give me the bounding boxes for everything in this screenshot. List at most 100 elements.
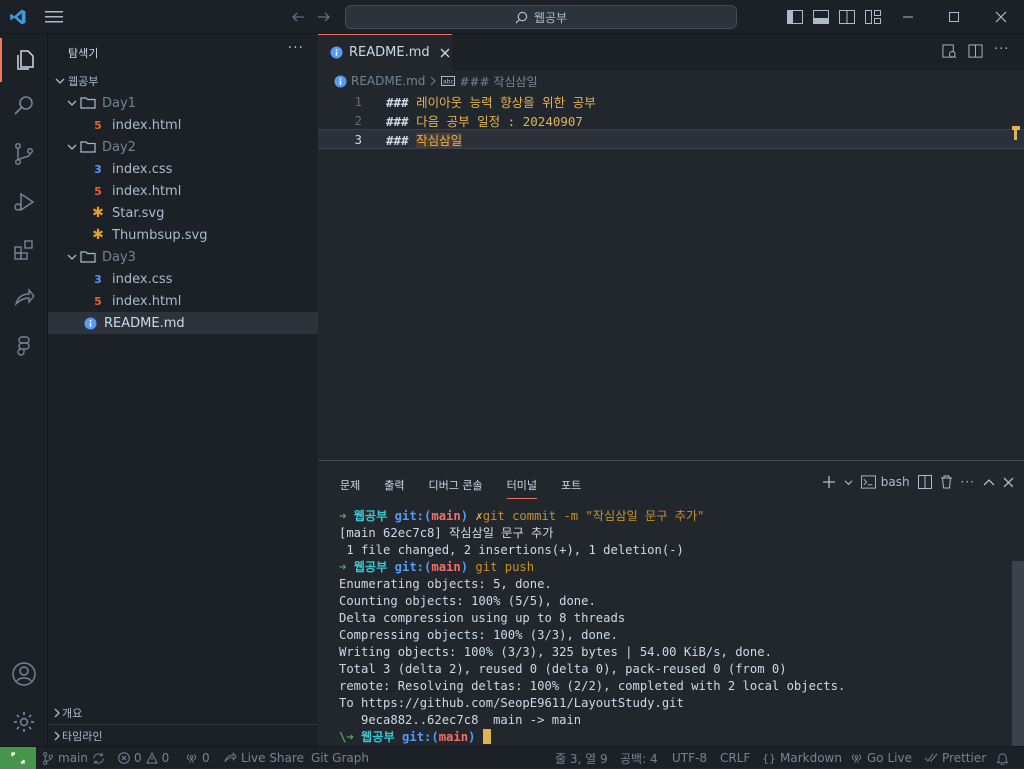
tree-folder-day2[interactable]: Day2 — [48, 136, 318, 158]
source-control-icon[interactable] — [0, 132, 48, 176]
terminal-line: ➜ 웹공부 git:(main) git push — [339, 560, 535, 574]
tree-file-html[interactable]: 5 index.html — [48, 180, 318, 202]
code-line[interactable]: 1 ### 레이아웃 능력 향상을 위한 공부 — [318, 92, 1024, 111]
branch-status[interactable]: main — [42, 747, 105, 769]
forward-arrow-icon[interactable] — [313, 6, 335, 28]
command-center-search[interactable]: 웹공부 — [345, 5, 737, 29]
manage-gear-icon[interactable] — [0, 700, 48, 744]
code-line-current[interactable]: 3 ### 작심삼일 — [318, 129, 1024, 149]
tab-ports[interactable]: 포트 — [561, 477, 581, 499]
maximize-icon[interactable] — [943, 6, 965, 28]
tree-root-folder[interactable]: 웹공부 — [48, 70, 318, 92]
extensions-icon[interactable] — [0, 228, 48, 272]
prompt-prefix: \➜ — [339, 730, 354, 744]
tree-file-readme[interactable]: README.md — [48, 312, 318, 334]
more-actions-icon[interactable]: ··· — [994, 42, 1009, 57]
live-share-status[interactable]: Live Share — [224, 747, 304, 769]
back-arrow-icon[interactable] — [287, 6, 309, 28]
tree-file-svg[interactable]: ✱ Star.svg — [48, 202, 318, 224]
heading-marker: ### — [386, 132, 409, 148]
problems-status[interactable]: 0 0 — [118, 747, 169, 769]
more-actions-icon[interactable]: ··· — [961, 475, 975, 489]
close-panel-icon[interactable] — [1003, 477, 1014, 488]
open-preview-icon[interactable] — [942, 44, 957, 59]
code-line[interactable]: 2 ### 다음 공부 일정 : 20240907 — [318, 111, 1024, 130]
live-share-icon[interactable] — [0, 276, 48, 320]
ports-status[interactable]: 0 — [185, 747, 210, 769]
menu-icon[interactable] — [43, 6, 65, 28]
tree-file-html[interactable]: 5 index.html — [48, 290, 318, 312]
accounts-icon[interactable] — [0, 652, 48, 696]
breadcrumb-symbol[interactable]: ### 작심삼일 — [459, 73, 537, 90]
tree-item-label: index.css — [112, 271, 173, 287]
explorer-icon[interactable] — [0, 38, 48, 82]
figma-icon[interactable] — [0, 324, 48, 368]
double-check-icon — [924, 753, 938, 762]
run-and-debug-icon[interactable] — [0, 180, 48, 224]
customize-layout-icon[interactable] — [862, 6, 884, 28]
new-terminal-plus-icon[interactable] — [822, 475, 836, 489]
toggle-panel-icon[interactable] — [810, 6, 832, 28]
heading-marker: ### — [386, 114, 409, 129]
tree-file-html[interactable]: 5 index.html — [48, 114, 318, 136]
terminal-line: Enumerating objects: 5, done. — [339, 577, 552, 591]
tab-problems[interactable]: 문제 — [340, 477, 360, 499]
toggle-secondary-sidebar-icon[interactable] — [836, 6, 858, 28]
editor-area: README.md ··· README.md abc ### 작심삼일 1 #… — [318, 34, 1024, 460]
eol-status[interactable]: CRLF — [720, 747, 750, 769]
encoding-status[interactable]: UTF-8 — [672, 747, 707, 769]
more-actions-button[interactable]: ··· — [288, 40, 304, 56]
maximize-panel-icon[interactable] — [983, 477, 995, 487]
tab-debug-console[interactable]: 디버그 콘솔 — [429, 477, 483, 499]
go-live-status[interactable]: Go Live — [850, 747, 912, 769]
minimize-icon[interactable] — [897, 6, 919, 28]
close-tab-icon[interactable] — [440, 48, 450, 58]
search-icon[interactable] — [0, 84, 48, 128]
terminal-shell-selector[interactable]: bash — [860, 475, 910, 489]
tab-output[interactable]: 출력 — [384, 477, 404, 499]
close-window-icon[interactable] — [990, 6, 1012, 28]
language-status[interactable]: {} Markdown — [762, 747, 842, 769]
tree-file-svg[interactable]: ✱ Thumbsup.svg — [48, 224, 318, 246]
tree-file-css[interactable]: 3 index.css — [48, 268, 318, 290]
prettier-status[interactable]: Prettier — [924, 747, 986, 769]
heading-marker: ### — [386, 95, 409, 110]
terminal-scrollbar[interactable] — [1012, 561, 1024, 747]
tree-file-css[interactable]: 3 index.css — [48, 158, 318, 180]
activity-bar — [0, 34, 48, 746]
heading-text: 레이아웃 능력 향상을 위한 공부 — [416, 95, 596, 110]
tree-folder-day1[interactable]: Day1 — [48, 92, 318, 114]
split-terminal-icon[interactable] — [917, 475, 932, 489]
chevron-down-icon[interactable] — [844, 478, 853, 487]
tree-item-label: Thumbsup.svg — [112, 227, 208, 243]
tree-item-label: README.md — [104, 315, 185, 331]
tree-item-label: Day1 — [102, 95, 136, 111]
live-share-label: Live Share — [241, 751, 304, 765]
remote-indicator[interactable] — [0, 747, 36, 769]
line-number: 2 — [354, 113, 362, 128]
trash-icon[interactable] — [940, 475, 953, 489]
search-icon — [515, 11, 528, 24]
toggle-primary-sidebar-icon[interactable] — [784, 6, 806, 28]
terminal-line: 9eca882..62ec7c8 main -> main — [339, 713, 582, 727]
tree-folder-day3[interactable]: Day3 — [48, 246, 318, 268]
indentation-status[interactable]: 공백: 4 — [620, 747, 658, 769]
outline-section-header[interactable]: 개요 — [48, 702, 318, 724]
cursor-position-status[interactable]: 줄 3, 열 9 — [555, 747, 608, 769]
timeline-section-header[interactable]: 타임라인 — [48, 724, 318, 746]
explorer-sidebar: 탐색기 ··· 웹공부 Day1 5 index.html Day2 3 ind… — [48, 34, 318, 746]
info-icon — [334, 74, 347, 88]
tab-terminal[interactable]: 터미널 — [506, 477, 537, 499]
html5-icon: 5 — [94, 118, 102, 132]
html5-icon: 5 — [94, 294, 102, 308]
tree-item-label: index.css — [112, 161, 173, 177]
notifications-bell-icon[interactable] — [996, 747, 1009, 769]
split-editor-icon[interactable] — [968, 44, 983, 59]
terminal-prompt-line[interactable]: \➜ 웹공부 git:(main) — [339, 729, 491, 746]
prompt-git: git:( — [402, 730, 439, 744]
tab-readme[interactable]: README.md — [318, 34, 452, 70]
string-symbol-icon: abc — [441, 76, 456, 86]
git-graph-status[interactable]: Git Graph — [311, 747, 369, 769]
terminal-line: Compressing objects: 100% (3/3), done. — [339, 628, 618, 642]
breadcrumb-file[interactable]: README.md — [351, 74, 425, 88]
